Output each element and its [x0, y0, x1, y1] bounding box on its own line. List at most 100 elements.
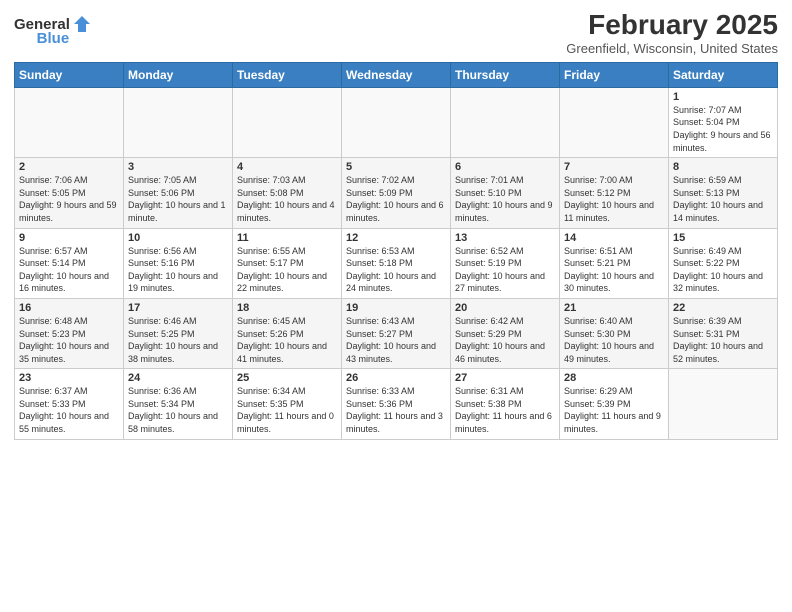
table-row: 26Sunrise: 6:33 AM Sunset: 5:36 PM Dayli…: [342, 369, 451, 439]
table-row: 7Sunrise: 7:00 AM Sunset: 5:12 PM Daylig…: [560, 158, 669, 228]
day-info: Sunrise: 6:53 AM Sunset: 5:18 PM Dayligh…: [346, 245, 446, 295]
table-row: 24Sunrise: 6:36 AM Sunset: 5:34 PM Dayli…: [124, 369, 233, 439]
day-number: 19: [346, 302, 446, 314]
logo: General Blue: [14, 14, 92, 47]
day-info: Sunrise: 7:01 AM Sunset: 5:10 PM Dayligh…: [455, 174, 555, 224]
table-row: [560, 87, 669, 157]
table-row: 10Sunrise: 6:56 AM Sunset: 5:16 PM Dayli…: [124, 228, 233, 298]
calendar-week-row: 23Sunrise: 6:37 AM Sunset: 5:33 PM Dayli…: [15, 369, 778, 439]
col-sunday: Sunday: [15, 62, 124, 87]
table-row: 23Sunrise: 6:37 AM Sunset: 5:33 PM Dayli…: [15, 369, 124, 439]
col-thursday: Thursday: [451, 62, 560, 87]
table-row: 3Sunrise: 7:05 AM Sunset: 5:06 PM Daylig…: [124, 158, 233, 228]
day-info: Sunrise: 7:07 AM Sunset: 5:04 PM Dayligh…: [673, 104, 773, 154]
day-number: 27: [455, 372, 555, 384]
day-number: 10: [128, 232, 228, 244]
day-info: Sunrise: 6:39 AM Sunset: 5:31 PM Dayligh…: [673, 315, 773, 365]
day-info: Sunrise: 6:31 AM Sunset: 5:38 PM Dayligh…: [455, 385, 555, 435]
day-number: 15: [673, 232, 773, 244]
day-info: Sunrise: 6:48 AM Sunset: 5:23 PM Dayligh…: [19, 315, 119, 365]
day-info: Sunrise: 7:03 AM Sunset: 5:08 PM Dayligh…: [237, 174, 337, 224]
day-number: 1: [673, 91, 773, 103]
day-number: 11: [237, 232, 337, 244]
calendar-week-row: 2Sunrise: 7:06 AM Sunset: 5:05 PM Daylig…: [15, 158, 778, 228]
table-row: [669, 369, 778, 439]
table-row: 5Sunrise: 7:02 AM Sunset: 5:09 PM Daylig…: [342, 158, 451, 228]
table-row: 20Sunrise: 6:42 AM Sunset: 5:29 PM Dayli…: [451, 298, 560, 368]
day-number: 2: [19, 161, 119, 173]
title-block: February 2025 Greenfield, Wisconsin, Uni…: [566, 10, 778, 56]
day-info: Sunrise: 6:59 AM Sunset: 5:13 PM Dayligh…: [673, 174, 773, 224]
table-row: 9Sunrise: 6:57 AM Sunset: 5:14 PM Daylig…: [15, 228, 124, 298]
day-info: Sunrise: 6:33 AM Sunset: 5:36 PM Dayligh…: [346, 385, 446, 435]
day-info: Sunrise: 6:42 AM Sunset: 5:29 PM Dayligh…: [455, 315, 555, 365]
day-number: 3: [128, 161, 228, 173]
col-friday: Friday: [560, 62, 669, 87]
header: General Blue February 2025 Greenfield, W…: [14, 10, 778, 56]
table-row: 17Sunrise: 6:46 AM Sunset: 5:25 PM Dayli…: [124, 298, 233, 368]
day-info: Sunrise: 6:46 AM Sunset: 5:25 PM Dayligh…: [128, 315, 228, 365]
day-info: Sunrise: 6:34 AM Sunset: 5:35 PM Dayligh…: [237, 385, 337, 435]
calendar-table: Sunday Monday Tuesday Wednesday Thursday…: [14, 62, 778, 440]
day-info: Sunrise: 6:45 AM Sunset: 5:26 PM Dayligh…: [237, 315, 337, 365]
col-tuesday: Tuesday: [233, 62, 342, 87]
day-number: 12: [346, 232, 446, 244]
calendar-week-row: 1Sunrise: 7:07 AM Sunset: 5:04 PM Daylig…: [15, 87, 778, 157]
day-info: Sunrise: 6:52 AM Sunset: 5:19 PM Dayligh…: [455, 245, 555, 295]
day-info: Sunrise: 6:43 AM Sunset: 5:27 PM Dayligh…: [346, 315, 446, 365]
day-number: 5: [346, 161, 446, 173]
day-number: 14: [564, 232, 664, 244]
day-info: Sunrise: 6:57 AM Sunset: 5:14 PM Dayligh…: [19, 245, 119, 295]
table-row: 27Sunrise: 6:31 AM Sunset: 5:38 PM Dayli…: [451, 369, 560, 439]
day-number: 7: [564, 161, 664, 173]
table-row: [451, 87, 560, 157]
day-number: 6: [455, 161, 555, 173]
table-row: [233, 87, 342, 157]
main-title: February 2025: [566, 10, 778, 41]
table-row: 11Sunrise: 6:55 AM Sunset: 5:17 PM Dayli…: [233, 228, 342, 298]
table-row: 14Sunrise: 6:51 AM Sunset: 5:21 PM Dayli…: [560, 228, 669, 298]
day-number: 24: [128, 372, 228, 384]
day-number: 9: [19, 232, 119, 244]
table-row: 19Sunrise: 6:43 AM Sunset: 5:27 PM Dayli…: [342, 298, 451, 368]
table-row: [15, 87, 124, 157]
table-row: 22Sunrise: 6:39 AM Sunset: 5:31 PM Dayli…: [669, 298, 778, 368]
day-info: Sunrise: 6:55 AM Sunset: 5:17 PM Dayligh…: [237, 245, 337, 295]
logo-blue-text: Blue: [37, 30, 70, 47]
day-number: 28: [564, 372, 664, 384]
table-row: [124, 87, 233, 157]
col-saturday: Saturday: [669, 62, 778, 87]
calendar-week-row: 9Sunrise: 6:57 AM Sunset: 5:14 PM Daylig…: [15, 228, 778, 298]
day-info: Sunrise: 6:49 AM Sunset: 5:22 PM Dayligh…: [673, 245, 773, 295]
day-number: 25: [237, 372, 337, 384]
table-row: 13Sunrise: 6:52 AM Sunset: 5:19 PM Dayli…: [451, 228, 560, 298]
table-row: 6Sunrise: 7:01 AM Sunset: 5:10 PM Daylig…: [451, 158, 560, 228]
table-row: 4Sunrise: 7:03 AM Sunset: 5:08 PM Daylig…: [233, 158, 342, 228]
page-container: General Blue February 2025 Greenfield, W…: [0, 0, 792, 446]
day-number: 13: [455, 232, 555, 244]
day-info: Sunrise: 6:56 AM Sunset: 5:16 PM Dayligh…: [128, 245, 228, 295]
table-row: 21Sunrise: 6:40 AM Sunset: 5:30 PM Dayli…: [560, 298, 669, 368]
day-number: 23: [19, 372, 119, 384]
table-row: 28Sunrise: 6:29 AM Sunset: 5:39 PM Dayli…: [560, 369, 669, 439]
table-row: 25Sunrise: 6:34 AM Sunset: 5:35 PM Dayli…: [233, 369, 342, 439]
calendar-week-row: 16Sunrise: 6:48 AM Sunset: 5:23 PM Dayli…: [15, 298, 778, 368]
table-row: 18Sunrise: 6:45 AM Sunset: 5:26 PM Dayli…: [233, 298, 342, 368]
day-number: 17: [128, 302, 228, 314]
col-monday: Monday: [124, 62, 233, 87]
day-info: Sunrise: 7:05 AM Sunset: 5:06 PM Dayligh…: [128, 174, 228, 224]
day-info: Sunrise: 6:51 AM Sunset: 5:21 PM Dayligh…: [564, 245, 664, 295]
day-info: Sunrise: 6:36 AM Sunset: 5:34 PM Dayligh…: [128, 385, 228, 435]
table-row: 8Sunrise: 6:59 AM Sunset: 5:13 PM Daylig…: [669, 158, 778, 228]
day-number: 26: [346, 372, 446, 384]
day-number: 8: [673, 161, 773, 173]
table-row: 2Sunrise: 7:06 AM Sunset: 5:05 PM Daylig…: [15, 158, 124, 228]
day-number: 4: [237, 161, 337, 173]
day-number: 16: [19, 302, 119, 314]
table-row: 1Sunrise: 7:07 AM Sunset: 5:04 PM Daylig…: [669, 87, 778, 157]
sub-title: Greenfield, Wisconsin, United States: [566, 41, 778, 56]
day-info: Sunrise: 7:00 AM Sunset: 5:12 PM Dayligh…: [564, 174, 664, 224]
calendar-header-row: Sunday Monday Tuesday Wednesday Thursday…: [15, 62, 778, 87]
day-number: 21: [564, 302, 664, 314]
day-info: Sunrise: 7:06 AM Sunset: 5:05 PM Dayligh…: [19, 174, 119, 224]
